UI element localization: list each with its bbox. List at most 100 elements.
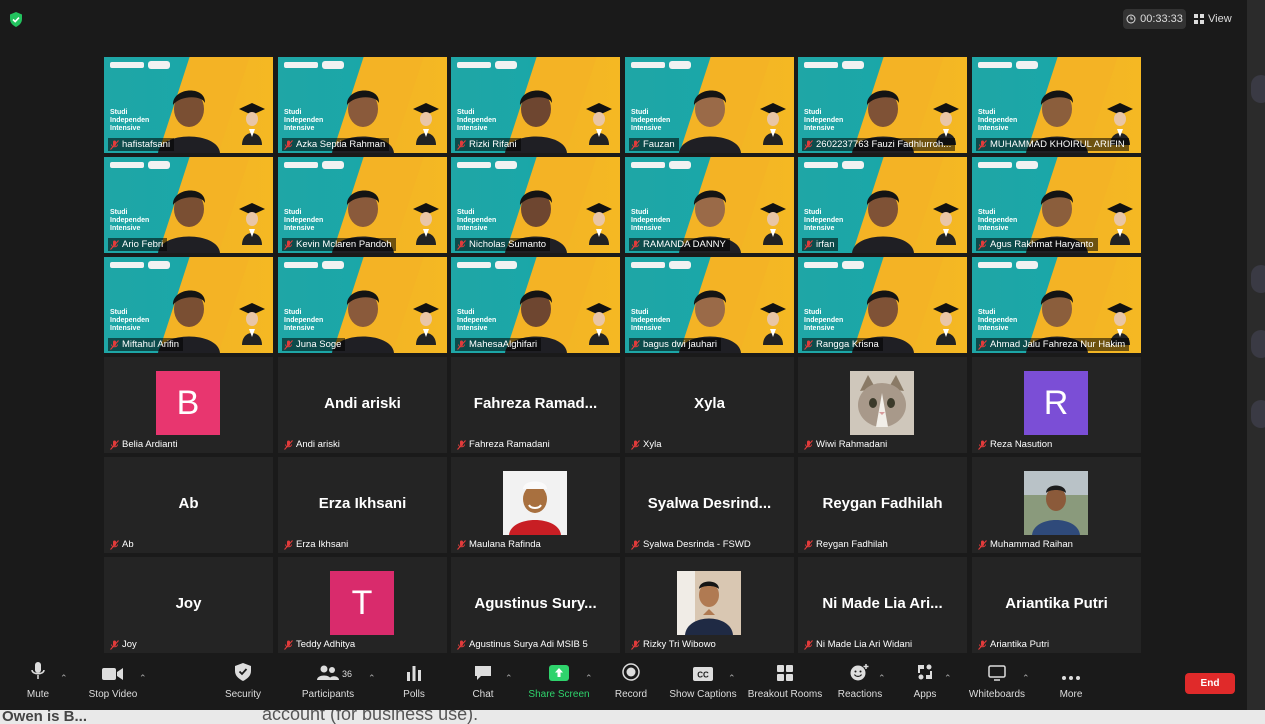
camera-off-tile[interactable]: Ab Ab [104,457,273,553]
video-tile[interactable]: Studi Independen Intensive Ario Febri [104,157,273,253]
mute-options-caret[interactable]: ⌃ [60,673,68,684]
mute-button[interactable]: Mute [22,655,54,710]
whiteboard-icon [988,665,1006,681]
participant-name-tag: Agus Rakhmat Haryanto [976,238,1098,251]
letter-avatar: B [156,371,220,435]
muted-mic-icon [457,339,466,350]
video-tile[interactable]: Studi Independen Intensive Rangga Krisna [798,257,967,353]
breakout-rooms-button[interactable]: Breakout Rooms [747,655,823,710]
participant-name: Miftahul Arifin [122,339,180,350]
participant-name-tag: RAMANDA DANNY [629,238,730,251]
reactions-button[interactable]: Reactions [837,655,883,710]
camera-off-tile[interactable]: Ni Made Lia Ari... Ni Made Lia Ari Widani [798,557,967,653]
camera-off-tile[interactable]: Rizky Tri Wibowo [625,557,794,653]
camera-off-tile[interactable]: Fahreza Ramad... Fahreza Ramadani [451,357,620,453]
muted-mic-icon [110,139,119,150]
camera-off-tile[interactable]: Ariantika Putri Ariantika Putri [972,557,1141,653]
camera-off-tile[interactable]: Wiwi Rahmadani [798,357,967,453]
video-tile[interactable]: Studi Independen Intensive Fauzan [625,57,794,153]
participants-options-caret[interactable]: ⌃ [368,673,376,684]
muted-mic-icon [110,339,119,350]
background-caption: Studi Independen Intensive [978,109,1018,132]
apps-options-caret[interactable]: ⌃ [944,673,952,684]
video-tile[interactable]: Studi Independen Intensive Agus Rakhmat Har… [972,157,1141,253]
apps-button[interactable]: Apps [911,655,939,710]
participant-name: Ario Febri [122,239,164,250]
muted-mic-icon [631,139,640,150]
video-options-caret[interactable]: ⌃ [139,673,147,684]
participants-button[interactable]: Participants [300,655,356,710]
graduate-figure-icon [413,303,439,345]
record-button[interactable]: Record [614,655,648,710]
video-tile[interactable]: Studi Independen Intensive MUHAMMAD KHOIRUL… [972,57,1141,153]
background-peek-text: account (for business use). [262,710,479,724]
participant-name-tag: Miftahul Arifin [108,338,184,351]
photo-avatar [503,471,567,535]
camera-off-tile[interactable]: Agustinus Sury... Agustinus Surya Adi MSI… [451,557,620,653]
participant-name-tag: Azka Septia Rahman [282,138,390,151]
camera-off-tile[interactable]: T Teddy Adhitya [278,557,447,653]
camera-off-tile[interactable]: R Reza Nasution [972,357,1141,453]
background-caption: Studi Independen Intensive [978,309,1018,332]
camera-off-tile[interactable]: Erza Ikhsani Erza Ikhsani [278,457,447,553]
more-button[interactable]: More [1055,655,1087,710]
polls-button[interactable]: Polls [400,655,428,710]
security-button[interactable]: Security [222,655,264,710]
participant-name-tag: Erza Ikhsani [282,538,352,551]
gallery-grid: Studi Independen Intensive hafistafsani Stud… [104,57,1144,653]
participant-photo-avatar [1024,471,1088,535]
participant-name: Kevin Mclaren Pandoh [296,239,392,250]
video-tile[interactable]: Studi Independen Intensive MahesaAlghifari [451,257,620,353]
view-label: View [1208,13,1232,25]
participant-name: Fahreza Ramadani [469,439,550,450]
muted-mic-icon [978,439,987,450]
muted-mic-icon [978,139,987,150]
video-tile[interactable]: Studi Independen Intensive Nicholas Sumanto [451,157,620,253]
muted-mic-icon [284,439,293,450]
video-tile[interactable]: Studi Independen Intensive Juna Soge [278,257,447,353]
camera-off-tile[interactable]: Maulana Rafinda [451,457,620,553]
participant-name: Joy [122,639,137,650]
encryption-shield-icon[interactable] [9,12,23,27]
video-tile[interactable]: Studi Independen Intensive Azka Septia Rahm… [278,57,447,153]
camera-off-tile[interactable]: B Belia Ardianti [104,357,273,453]
camera-off-tile[interactable]: Andi ariski Andi ariski [278,357,447,453]
graduate-figure-icon [586,203,612,245]
muted-mic-icon [110,539,119,550]
show-captions-button[interactable]: CC Show Captions [669,655,737,710]
participant-name: bagus dwi jauhari [643,339,717,350]
video-tile[interactable]: Studi Independen Intensive Miftahul Arifin [104,257,273,353]
chat-options-caret[interactable]: ⌃ [505,673,513,684]
chat-button[interactable]: Chat [470,655,496,710]
view-button[interactable]: View [1194,9,1238,29]
whiteboards-button[interactable]: Whiteboards [966,655,1028,710]
participant-name-tag: Reza Nasution [976,438,1056,451]
video-tile[interactable]: Studi Independen Intensive Rizki Rifani [451,57,620,153]
participant-name: Rizky Tri Wibowo [643,639,716,650]
whiteboards-options-caret[interactable]: ⌃ [1022,673,1030,684]
camera-off-tile[interactable]: Reygan Fadhilah Reygan Fadhilah [798,457,967,553]
muted-mic-icon [110,639,119,650]
reactions-options-caret[interactable]: ⌃ [878,673,886,684]
graduate-figure-icon [760,203,786,245]
participant-name-tag: 2602237763 Fauzi Fadhlurroh... [802,138,956,151]
video-tile[interactable]: Studi Independen Intensive bagus dwi jauhar… [625,257,794,353]
captions-options-caret[interactable]: ⌃ [728,673,736,684]
video-tile[interactable]: Studi Independen Intensive Ahmad Jalu Fahre… [972,257,1141,353]
display-name-center: Xyla [694,395,725,412]
video-tile[interactable]: Studi Independen Intensive RAMANDA DANNY [625,157,794,253]
end-meeting-button[interactable]: End [1185,673,1235,694]
video-tile[interactable]: Studi Independen Intensive 2602237763 Fauzi… [798,57,967,153]
stop-video-button[interactable]: Stop Video [85,655,141,710]
video-tile[interactable]: Studi Independen Intensive hafistafsani [104,57,273,153]
share-screen-button[interactable]: Share Screen [528,655,590,710]
video-tile[interactable]: Studi Independen Intensive Kevin Mclaren Pa… [278,157,447,253]
camera-off-tile[interactable]: Syalwa Desrind... Syalwa Desrinda - FSWD [625,457,794,553]
video-tile[interactable]: Studi Independen Intensive irfan [798,157,967,253]
share-options-caret[interactable]: ⌃ [585,673,593,684]
camera-off-tile[interactable]: Muhammad Raihan [972,457,1141,553]
camera-off-tile[interactable]: Xyla Xyla [625,357,794,453]
participant-name: Belia Ardianti [122,439,178,450]
muted-mic-icon [978,639,987,650]
camera-off-tile[interactable]: Joy Joy [104,557,273,653]
